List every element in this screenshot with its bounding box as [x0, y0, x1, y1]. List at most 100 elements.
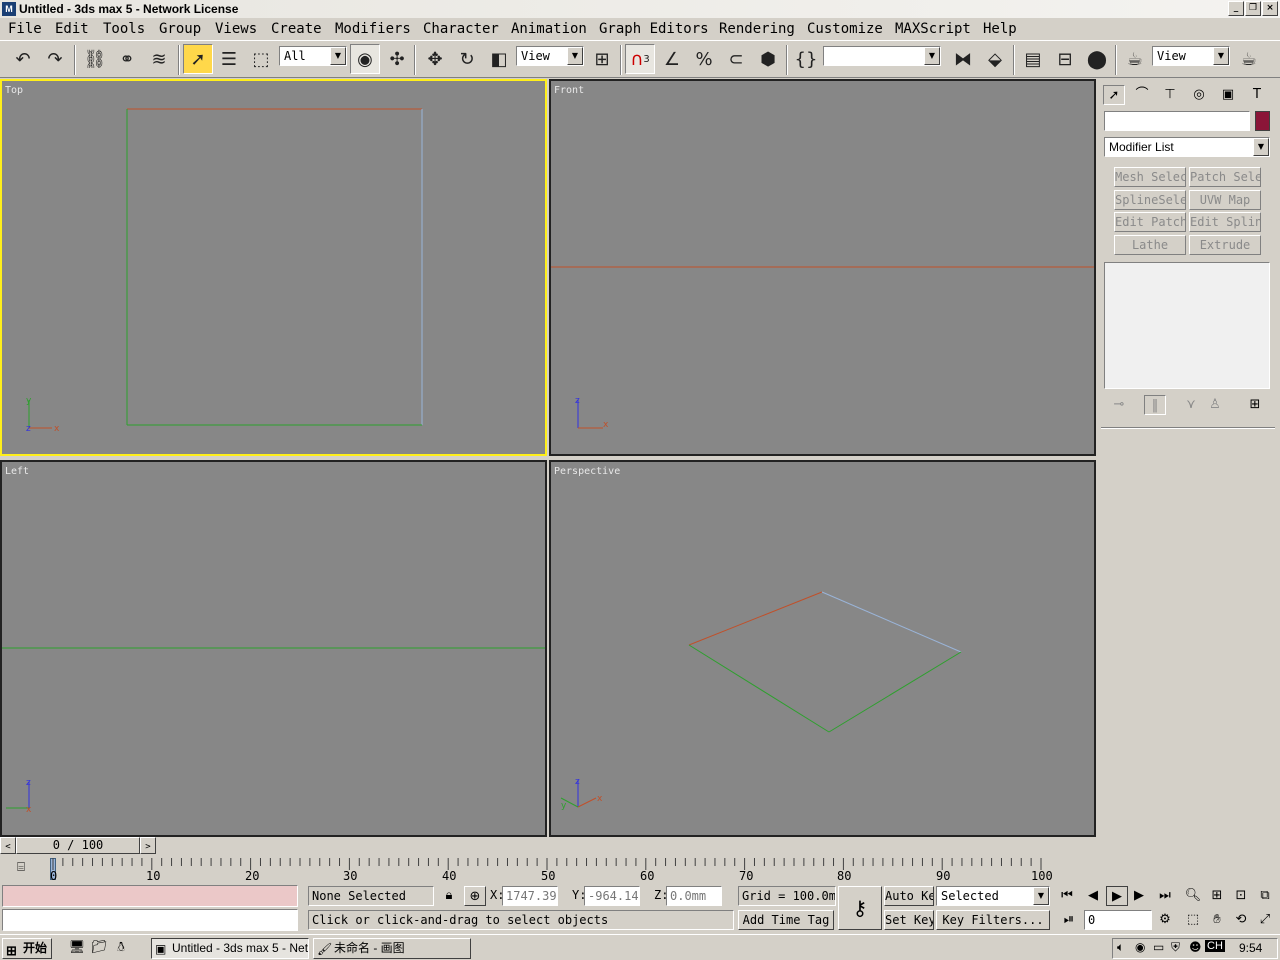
show-desktop-icon[interactable]: 🖥︎: [66, 938, 88, 958]
arc-rotate-icon[interactable]: ⟲: [1230, 910, 1252, 930]
menu-graph-editors[interactable]: Graph Editors: [599, 19, 709, 39]
task-paint[interactable]: 🖌︎ 未命名 - 画图: [313, 938, 471, 959]
redo-icon[interactable]: ↷: [40, 44, 70, 74]
make-unique-icon[interactable]: ⋎: [1180, 395, 1202, 415]
zoom-all-icon[interactable]: ⊞: [1206, 886, 1228, 906]
y-coordinate-field[interactable]: -964.144: [584, 886, 640, 906]
current-frame-field[interactable]: 0: [1084, 910, 1152, 930]
show-end-result-icon[interactable]: ‖: [1144, 395, 1166, 415]
mesh-select-button[interactable]: Mesh Select: [1114, 167, 1186, 187]
auto-key-button[interactable]: Auto Key: [884, 886, 934, 906]
quick-render-icon[interactable]: ☕: [1234, 44, 1264, 74]
viewport-perspective[interactable]: Perspective z x y: [549, 460, 1096, 837]
mini-curve-editor-icon[interactable]: ⌸: [10, 858, 32, 878]
menu-character[interactable]: Character: [423, 19, 499, 39]
utilities-tab-icon[interactable]: T: [1246, 85, 1268, 105]
spinner-snap-icon[interactable]: ⊂: [721, 44, 751, 74]
named-selection-dropdown[interactable]: ▼: [823, 46, 941, 66]
menu-file[interactable]: File: [8, 19, 42, 39]
bind-to-space-warp-icon[interactable]: ≋: [144, 44, 174, 74]
monitor-icon[interactable]: ▭: [1153, 940, 1164, 954]
start-button[interactable]: ⊞ 开始: [2, 938, 52, 959]
edit-patch-button[interactable]: Edit Patch: [1114, 212, 1186, 232]
zoom-extents-all-icon[interactable]: ⧉: [1254, 886, 1276, 906]
lock-selection-icon[interactable]: 🔒︎: [438, 886, 460, 906]
patch-select-button[interactable]: Patch Select: [1189, 167, 1261, 187]
qq-icon[interactable]: 🐧︎: [110, 938, 132, 958]
zoom-extents-icon[interactable]: ⊡: [1230, 886, 1252, 906]
display-tab-icon[interactable]: ▣: [1217, 85, 1239, 105]
viewport-left[interactable]: Left z x: [0, 460, 547, 837]
lathe-button[interactable]: Lathe: [1114, 235, 1186, 255]
menu-maxscript[interactable]: MAXScript: [895, 19, 971, 39]
chevron-right-icon[interactable]: >: [140, 837, 156, 854]
menu-tools[interactable]: Tools: [103, 19, 145, 39]
snap-toggle-icon[interactable]: ∩ 3: [625, 44, 655, 74]
network-icon[interactable]: ◉: [1135, 940, 1145, 954]
uvw-map-button[interactable]: UVW Map: [1189, 190, 1261, 210]
rectangular-selection-icon[interactable]: ⬚: [246, 44, 276, 74]
window-crossing-icon[interactable]: ◉: [350, 44, 380, 74]
extrude-button[interactable]: Extrude: [1189, 235, 1261, 255]
undo-icon[interactable]: ↶: [8, 44, 38, 74]
render-type-dropdown[interactable]: View ▼: [1152, 46, 1230, 66]
go-to-end-icon[interactable]: ⏭: [1154, 886, 1176, 906]
select-by-name-icon[interactable]: ☰: [214, 44, 244, 74]
object-name-field[interactable]: [1104, 111, 1250, 131]
select-and-rotate-icon[interactable]: ↻: [452, 44, 482, 74]
select-and-manipulate-icon[interactable]: ✣: [382, 44, 412, 74]
x-coordinate-field[interactable]: 1747.396: [502, 886, 558, 906]
mirror-icon[interactable]: ⧓: [948, 44, 978, 74]
modifier-list-dropdown[interactable]: Modifier List ▼: [1104, 137, 1270, 157]
pivot-center-icon[interactable]: ⊞: [587, 44, 617, 74]
next-frame-icon[interactable]: ▶︎: [1128, 886, 1150, 906]
angle-snap-icon[interactable]: ∠: [657, 44, 687, 74]
edit-named-selection-icon[interactable]: {}: [791, 44, 821, 74]
volume-icon[interactable]: 🔈︎: [1117, 940, 1124, 955]
viewport-front[interactable]: Front z x: [549, 79, 1096, 456]
time-configuration-icon[interactable]: ⚙: [1154, 910, 1176, 930]
key-mode-toggle-icon[interactable]: ⏯: [1058, 910, 1080, 930]
selection-filter-dropdown[interactable]: All ▼: [279, 46, 347, 66]
absolute-relative-toggle-icon[interactable]: ⊕: [464, 886, 486, 906]
region-zoom-icon[interactable]: ⬚: [1182, 910, 1204, 930]
unlink-selection-icon[interactable]: ⚭: [112, 44, 142, 74]
render-scene-icon[interactable]: ☕: [1120, 44, 1150, 74]
modify-tab-icon[interactable]: ⌒: [1131, 85, 1153, 105]
go-to-start-icon[interactable]: ⏮: [1056, 886, 1078, 906]
add-time-tag-button[interactable]: Add Time Tag: [738, 910, 834, 930]
select-and-move-icon[interactable]: ✥: [420, 44, 450, 74]
shield-icon[interactable]: ⛨: [1171, 940, 1180, 955]
menu-create[interactable]: Create: [271, 19, 322, 39]
hierarchy-tab-icon[interactable]: ⊤: [1159, 85, 1181, 105]
z-coordinate-field[interactable]: 0.0mm: [666, 886, 722, 906]
schematic-view-icon[interactable]: ⊟: [1050, 44, 1080, 74]
set-key-icon[interactable]: ⚷: [838, 886, 882, 930]
motion-tab-icon[interactable]: ◎: [1188, 85, 1210, 105]
close-button[interactable]: ×: [1262, 1, 1278, 16]
select-and-scale-icon[interactable]: ◧: [484, 44, 514, 74]
maxscript-input[interactable]: [2, 909, 298, 931]
menu-animation[interactable]: Animation: [511, 19, 587, 39]
chevron-left-icon[interactable]: <: [0, 837, 16, 854]
align-icon[interactable]: ⬙: [980, 44, 1010, 74]
reference-coordinate-dropdown[interactable]: View ▼: [516, 46, 584, 66]
explorer-icon[interactable]: 📁︎: [88, 938, 110, 958]
configure-modifier-sets-icon[interactable]: ⊞: [1244, 395, 1266, 415]
menu-modifiers[interactable]: Modifiers: [335, 19, 411, 39]
app-icon[interactable]: M: [2, 2, 16, 16]
menu-views[interactable]: Views: [215, 19, 257, 39]
play-icon[interactable]: ▶︎: [1106, 886, 1128, 906]
create-tab-icon[interactable]: ➚: [1103, 85, 1125, 105]
menu-edit[interactable]: Edit: [55, 19, 89, 39]
named-selection-sets-icon[interactable]: ⬢: [753, 44, 783, 74]
task-3dsmax[interactable]: ▣ Untitled - 3ds max 5 - Net...: [151, 938, 309, 959]
maximize-button[interactable]: ❐: [1245, 1, 1261, 16]
menu-rendering[interactable]: Rendering: [719, 19, 795, 39]
input-language-indicator[interactable]: CH: [1205, 940, 1225, 952]
time-slider-thumb[interactable]: 0 / 100: [16, 837, 140, 854]
zoom-icon[interactable]: 🔍︎: [1182, 886, 1204, 906]
material-editor-icon[interactable]: ⬤: [1082, 44, 1112, 74]
menu-group[interactable]: Group: [159, 19, 201, 39]
track-view-icon[interactable]: ▤: [1018, 44, 1048, 74]
